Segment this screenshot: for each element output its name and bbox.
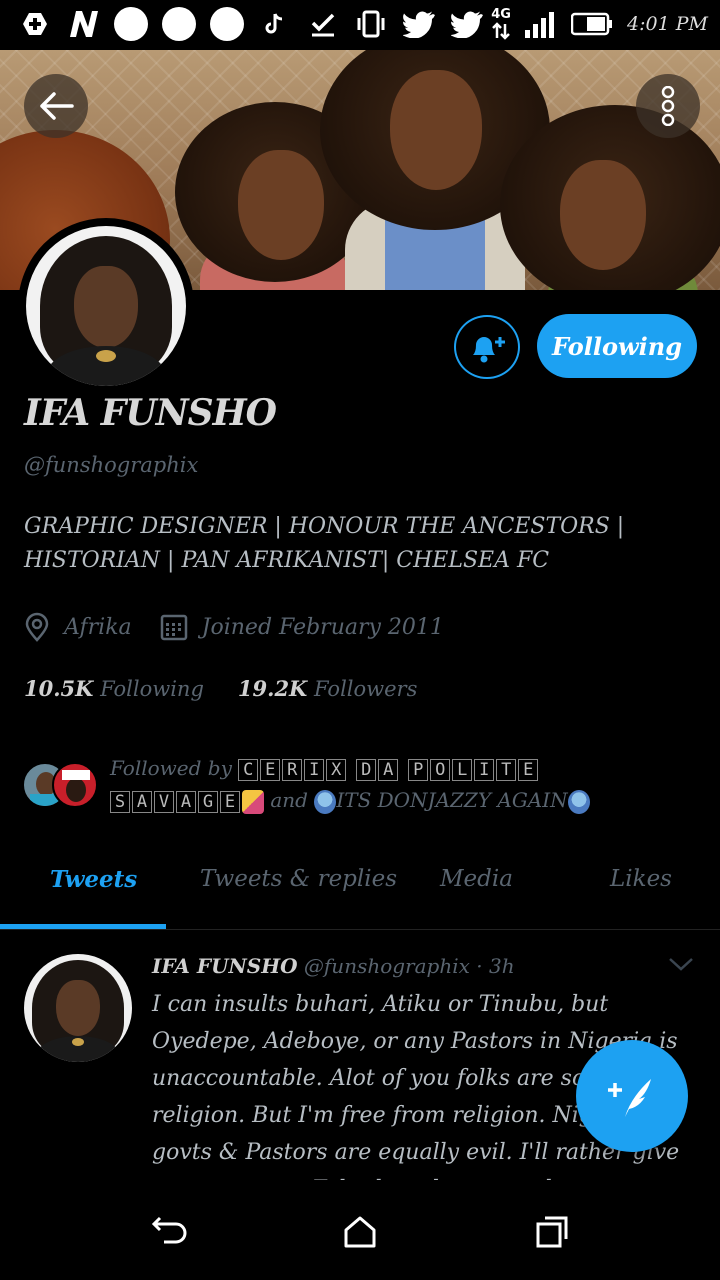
compose-feather-icon	[608, 1079, 651, 1117]
followed-by[interactable]: Followed by CERIXDAPOLITE SAVAGE and ITS…	[22, 752, 702, 822]
genie-emoji-icon	[567, 789, 590, 814]
follower-name-letters: SAVAGE	[110, 788, 242, 813]
profile-handle: @funshographix	[24, 453, 199, 477]
nav-home-button[interactable]	[338, 1212, 382, 1252]
tweet-time: · 3h	[476, 954, 515, 978]
home-icon	[344, 1216, 376, 1248]
boxed-letter: L	[452, 758, 473, 781]
status-bar: 4G 4:01 PM	[0, 0, 720, 50]
joined-text: Joined February 2011	[201, 614, 444, 640]
follower-name-letters: POLITE	[408, 756, 540, 781]
tab-likes[interactable]: Likes	[610, 866, 672, 892]
tiktok-icon	[258, 6, 292, 42]
tweet-header: IFA FUNSHO @funshographix · 3h	[152, 954, 515, 978]
network-type: 4G	[491, 7, 511, 22]
followed-by-text: Followed by CERIXDAPOLITE SAVAGE and ITS…	[110, 752, 700, 816]
profile-tabs: Tweets Tweets & replies Media Likes	[0, 842, 720, 930]
following-count-link[interactable]: 10.5K Following	[24, 676, 204, 701]
jester-emoji-icon	[242, 789, 264, 814]
notification-dot-icon	[210, 7, 244, 41]
boxed-letter: V	[154, 790, 174, 813]
back-button[interactable]	[24, 74, 88, 138]
boxed-letter: O	[430, 758, 451, 781]
more-vertical-icon	[661, 86, 675, 126]
genie-emoji-icon	[314, 789, 337, 814]
notification-dot-icon	[114, 7, 148, 41]
followers-count: 19.2K	[237, 676, 308, 701]
tweet-author-avatar[interactable]	[24, 954, 132, 1062]
status-bar-system: 4G 4:01 PM	[491, 8, 708, 40]
boxed-letter: A	[132, 790, 152, 813]
location-text: Afrika	[64, 614, 132, 640]
boxed-letter: E	[518, 758, 539, 781]
signal-icon	[525, 12, 555, 38]
follower-name-letters: DA	[356, 756, 400, 781]
tab-tweets-replies[interactable]: Tweets & replies	[200, 866, 397, 892]
follow-counts: 10.5K Following 19.2K Followers	[24, 676, 417, 701]
boxed-letter: D	[356, 758, 377, 781]
boxed-letter: I	[304, 758, 325, 781]
followed-by-prefix: Followed by	[110, 756, 232, 780]
follower-name-letters: CERIX	[238, 756, 348, 781]
boxed-letter: A	[378, 758, 399, 781]
boxed-letter: E	[220, 790, 240, 813]
nav-recents-button[interactable]	[530, 1212, 574, 1252]
following-label: Following	[100, 677, 204, 701]
calendar-icon	[160, 614, 187, 641]
tab-media[interactable]: Media	[440, 866, 513, 892]
add-circle-icon	[18, 6, 52, 42]
system-navigation-bar	[0, 1180, 720, 1280]
tweet-menu-button[interactable]	[668, 956, 694, 976]
bell-plus-icon	[473, 337, 505, 363]
location: Afrika	[24, 612, 132, 642]
follower-avatar	[52, 762, 98, 808]
active-tab-indicator	[0, 924, 166, 929]
checkmark-icon	[306, 6, 340, 42]
n-app-icon	[66, 6, 100, 42]
boxed-letter: X	[326, 758, 347, 781]
notification-dot-icon	[162, 7, 196, 41]
recents-icon	[536, 1216, 568, 1248]
twitter-icon	[450, 6, 484, 42]
tweet-author-handle: @funshographix	[303, 954, 470, 978]
following-count: 10.5K	[24, 676, 94, 701]
boxed-letter: A	[176, 790, 196, 813]
boxed-letter: I	[474, 758, 495, 781]
back-arrow-icon	[151, 1216, 187, 1244]
tab-tweets[interactable]: Tweets	[50, 866, 137, 893]
profile-bio: GRAPHIC DESIGNER | HONOUR THE ANCESTORS …	[24, 514, 625, 573]
followers-label: Followers	[314, 677, 418, 701]
profile-name: IFA FUNSHO	[24, 392, 277, 434]
status-bar-notifications	[18, 6, 484, 42]
profile-meta: Afrika Joined February 2011	[24, 612, 472, 642]
twitter-icon	[402, 6, 436, 42]
boxed-letter: R	[282, 758, 303, 781]
chevron-down-icon	[669, 958, 693, 971]
boxed-letter: C	[238, 758, 259, 781]
battery-icon	[571, 12, 613, 36]
compose-tweet-button[interactable]	[576, 1040, 688, 1152]
boxed-letter: G	[198, 790, 218, 813]
boxed-letter: S	[110, 790, 130, 813]
avatar	[26, 226, 186, 386]
nav-back-button[interactable]	[148, 1212, 192, 1252]
profile-avatar[interactable]	[18, 218, 194, 394]
network-4g-icon: 4G	[491, 8, 511, 40]
vibrate-icon	[354, 6, 388, 42]
joined-date: Joined February 2011	[160, 613, 444, 641]
following-button[interactable]: Following	[537, 314, 697, 378]
followers-count-link[interactable]: 19.2K Followers	[238, 676, 417, 701]
status-time: 4:01 PM	[627, 13, 708, 35]
boxed-letter: T	[496, 758, 517, 781]
boxed-letter: P	[408, 758, 429, 781]
follower-name-2: ITS DONJAZZY AGAIN	[336, 788, 568, 812]
location-pin-icon	[25, 612, 49, 642]
notifications-bell-button[interactable]	[454, 315, 520, 379]
more-options-button[interactable]	[636, 74, 700, 138]
and-label: and	[270, 788, 308, 812]
boxed-letter: E	[260, 758, 281, 781]
arrow-left-icon	[40, 92, 74, 120]
tweet-author-name: IFA FUNSHO	[152, 954, 298, 978]
